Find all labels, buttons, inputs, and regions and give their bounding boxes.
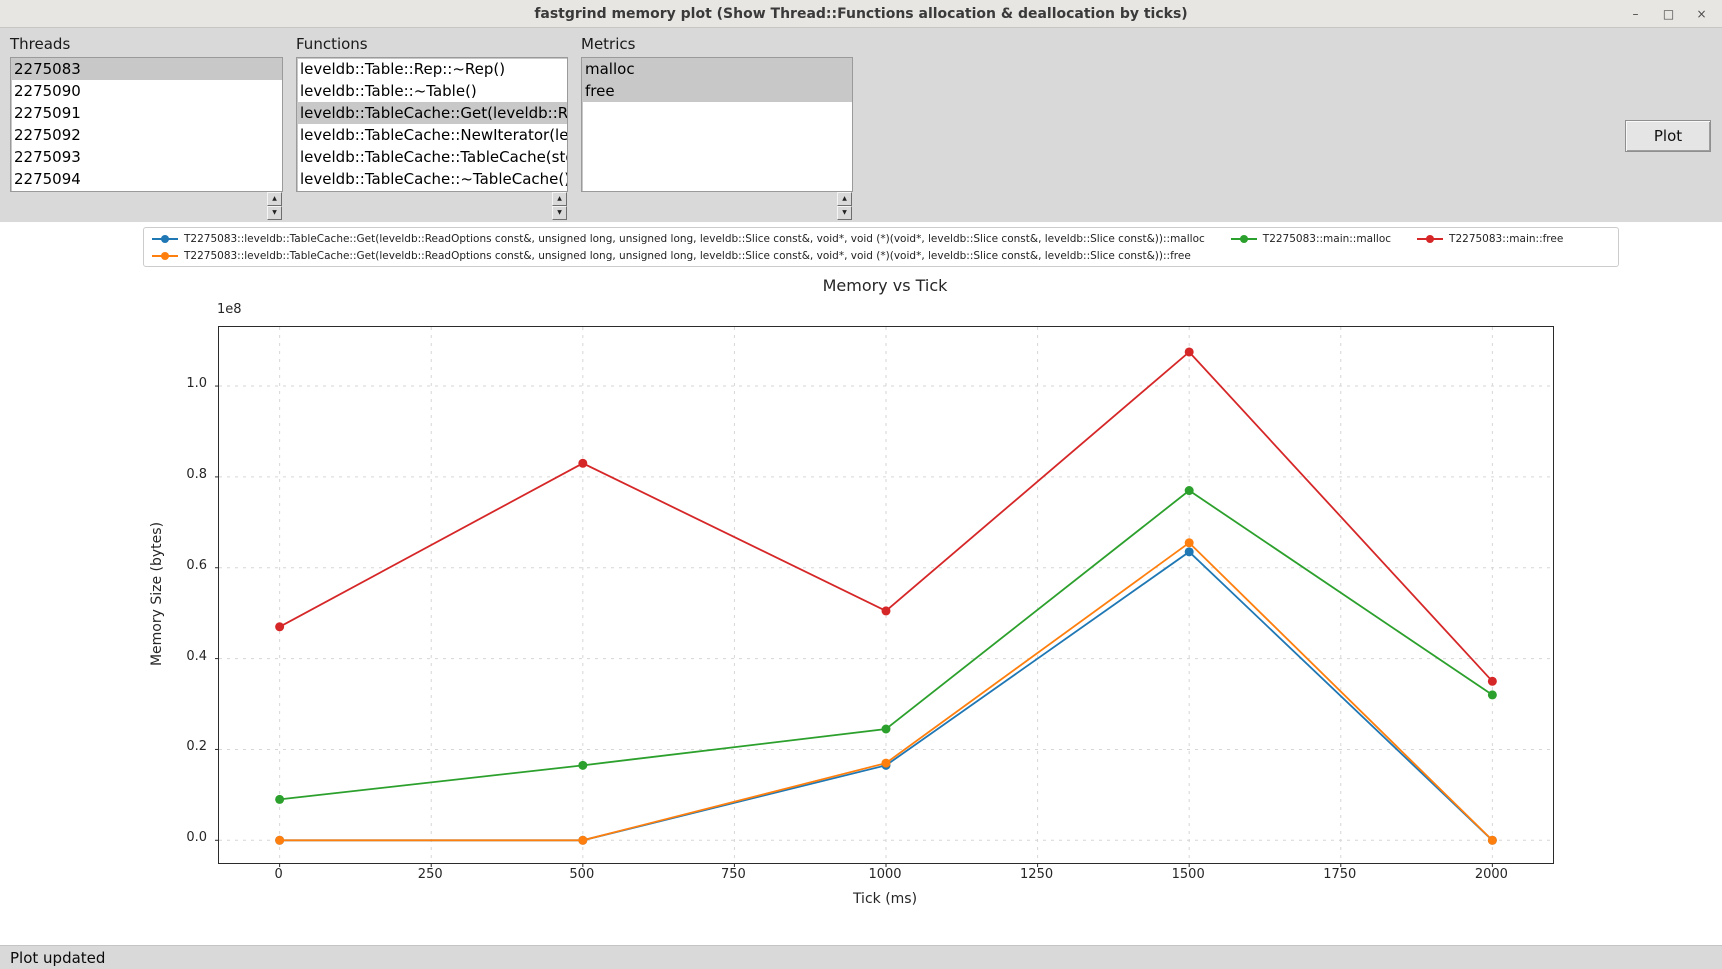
x-axis-label: Tick (ms) [218,891,1552,907]
list-item[interactable]: leveldb::Table::Rep::~Rep() [297,58,567,80]
data-point-marker [1185,486,1194,495]
legend-row: T2275083::leveldb::TableCache::Get(level… [144,231,1618,246]
legend-entry: T2275083::main::free [1417,233,1563,245]
list-item[interactable]: free [582,80,852,102]
data-point-marker [275,836,284,845]
scroll-up-icon[interactable]: ▲ [267,192,282,206]
legend-marker [152,251,178,261]
x-tick-label: 1000 [868,867,901,882]
plot-button[interactable]: Plot [1625,120,1711,152]
metrics-listbox[interactable]: mallocfree [581,57,853,192]
legend-entry: T2275083::main::malloc [1231,233,1391,245]
y-tick-labels: 0.0 0.2 0.4 0.6 0.8 1.0 [160,326,207,862]
x-tick-label: 750 [721,867,746,882]
scroll-up-icon[interactable]: ▲ [837,192,852,206]
window-controls: – □ × [1627,0,1710,27]
app-window: fastgrind memory plot (Show Thread::Func… [0,0,1722,969]
x-tick-label: 2000 [1475,867,1508,882]
status-bar: Plot updated [0,945,1722,969]
data-point-marker [1185,538,1194,547]
status-text: Plot updated [10,949,105,967]
data-point-marker [882,759,891,768]
scroll-down-icon[interactable]: ▼ [837,206,852,220]
selection-panel: Threads Functions Metrics 22750832275090… [0,28,1722,222]
window-title: fastgrind memory plot (Show Thread::Func… [534,6,1187,22]
plot-canvas [219,327,1553,863]
list-item[interactable]: 2275091 [11,102,282,124]
plot-axes [218,326,1554,864]
data-point-marker [1488,836,1497,845]
list-item[interactable]: leveldb::TableCache::Get(leveldb::ReadOp… [297,102,567,124]
data-point-marker [882,606,891,615]
x-tick-label: 1250 [1020,867,1053,882]
legend-marker [1417,234,1443,244]
legend-label: T2275083::main::free [1449,233,1563,245]
legend-entry: T2275083::leveldb::TableCache::Get(level… [152,250,1191,262]
legend-row: T2275083::leveldb::TableCache::Get(level… [144,248,1618,263]
metrics-label: Metrics [581,35,635,53]
y-tick-label: 0.6 [186,558,207,573]
data-point-marker [1488,690,1497,699]
list-item[interactable]: leveldb::TableCache::~TableCache() [297,168,567,190]
y-tick-label: 1.0 [186,376,207,391]
x-tick-label: 500 [569,867,594,882]
scroll-down-icon[interactable]: ▼ [267,206,282,220]
list-item[interactable]: malloc [582,58,852,80]
list-item[interactable]: leveldb::TableCache::NewIterator(leveldb [297,124,567,146]
data-point-marker [578,836,587,845]
chart-line [280,543,1493,841]
y-tick-label: 0.2 [186,739,207,754]
minimize-icon[interactable]: – [1627,5,1644,22]
list-item[interactable]: 2275093 [11,146,282,168]
legend-label: T2275083::leveldb::TableCache::Get(level… [184,250,1191,262]
metrics-scrollbar[interactable]: ▲ ▼ [837,192,852,220]
legend-marker [1231,234,1257,244]
data-point-marker [578,761,587,770]
data-point-marker [275,795,284,804]
x-tick-label: 250 [418,867,443,882]
list-item[interactable]: 2275092 [11,124,282,146]
threads-label: Threads [10,35,70,53]
legend-label: T2275083::main::malloc [1263,233,1391,245]
chart-legend: T2275083::leveldb::TableCache::Get(level… [143,227,1619,267]
list-item[interactable]: leveldb::TableCache::TableCache(std::__c [297,146,567,168]
maximize-icon[interactable]: □ [1660,5,1677,22]
threads-scrollbar[interactable]: ▲ ▼ [267,192,282,220]
list-item[interactable]: leveldb::Table::~Table() [297,80,567,102]
data-point-marker [1185,547,1194,556]
threads-listbox[interactable]: 2275083227509022750912275092227509322750… [10,57,283,192]
functions-scrollbar[interactable]: ▲ ▼ [552,192,567,220]
data-point-marker [275,622,284,631]
y-axis-offset-text: 1e8 [217,302,242,317]
data-point-marker [578,459,587,468]
x-tick-labels: 0 250 500 750 1000 1250 1500 1750 2000 [218,867,1552,883]
y-tick-label: 0.4 [186,649,207,664]
legend-entry: T2275083::leveldb::TableCache::Get(level… [152,233,1205,245]
functions-label: Functions [296,35,368,53]
scroll-down-icon[interactable]: ▼ [552,206,567,220]
x-tick-label: 1750 [1323,867,1356,882]
close-icon[interactable]: × [1693,5,1710,22]
data-point-marker [1185,347,1194,356]
scroll-up-icon[interactable]: ▲ [552,192,567,206]
y-tick-label: 0.8 [186,467,207,482]
legend-label: T2275083::leveldb::TableCache::Get(level… [184,233,1205,245]
chart-title: Memory vs Tick [218,276,1552,295]
functions-listbox[interactable]: leveldb::Table::Rep::~Rep()leveldb::Tabl… [296,57,568,192]
y-axis-label: Memory Size (bytes) [149,522,165,666]
titlebar: fastgrind memory plot (Show Thread::Func… [0,0,1722,28]
list-item[interactable]: 2275090 [11,80,282,102]
legend-marker [152,234,178,244]
y-tick-label: 0.0 [186,830,207,845]
list-item[interactable]: 2275094 [11,168,282,190]
x-tick-label: 0 [274,867,282,882]
x-tick-label: 1500 [1172,867,1205,882]
data-point-marker [882,725,891,734]
data-point-marker [1488,677,1497,686]
chart-figure: T2275083::leveldb::TableCache::Get(level… [0,222,1722,945]
list-item[interactable]: 2275083 [11,58,282,80]
